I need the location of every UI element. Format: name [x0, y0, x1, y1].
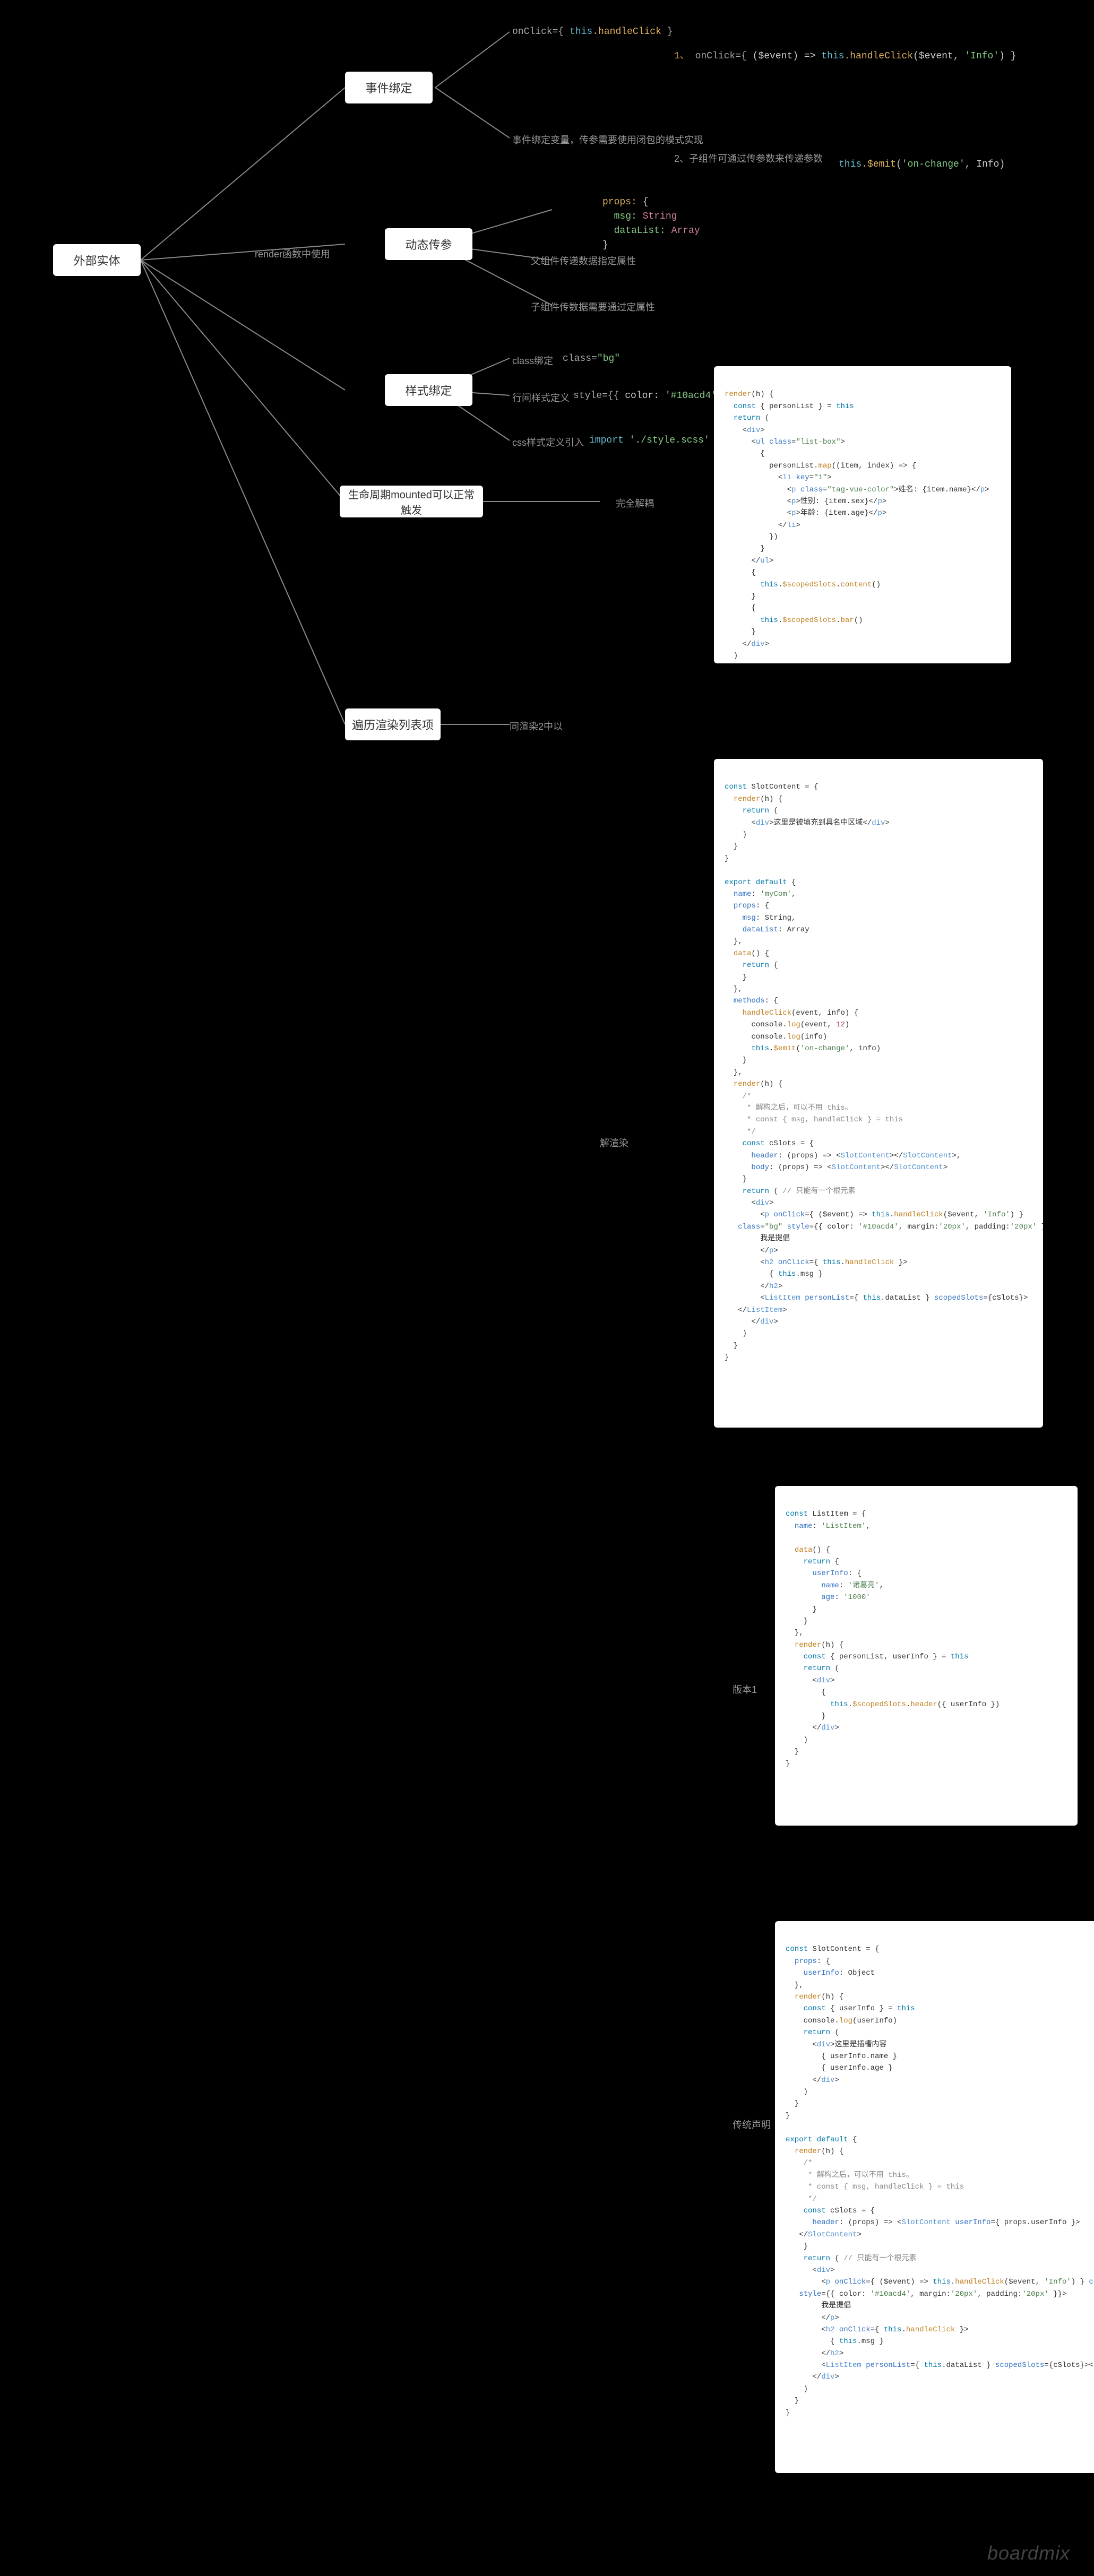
- node-props[interactable]: 动态传参: [385, 228, 472, 260]
- label: 同渲染2中以: [510, 719, 563, 733]
- label: 子组件传数据需要通过定属性: [531, 300, 655, 314]
- watermark: boardmix: [987, 2542, 1070, 2564]
- code-line: import './style.scss': [589, 435, 710, 446]
- codeblock-1: render(h) { const { personList } = this …: [714, 366, 1011, 663]
- node-style[interactable]: 样式绑定: [385, 374, 472, 406]
- code-line: 1、 onClick={ ($event) => this.handleClic…: [674, 48, 1017, 62]
- node-loop[interactable]: 遍历渲染列表项: [345, 708, 441, 740]
- node-lifecycle[interactable]: 生命周期mounted可以正常触发: [340, 486, 483, 517]
- label: class绑定: [512, 353, 553, 367]
- code-line: this.$emit('on-change', Info): [839, 159, 1005, 170]
- label: 2、子组件可通过传参数来传递参数: [674, 151, 823, 165]
- code-line: props: { msg: String, dataList: Array }: [602, 195, 700, 253]
- codeblock-4: const SlotContent = { props: { userInfo:…: [775, 1921, 1094, 2473]
- label: 版本1: [733, 1682, 757, 1696]
- label: 传统声明: [733, 2117, 771, 2131]
- label: 解渲染: [600, 1136, 628, 1149]
- code-line: class="bg": [563, 353, 620, 364]
- label: 完全解耦: [616, 496, 654, 510]
- node-label: 遍历渲染列表项: [352, 716, 434, 733]
- node-root[interactable]: 外部实体: [53, 244, 141, 276]
- node-label: 样式绑定: [405, 382, 452, 399]
- label: css样式定义引入: [512, 435, 584, 449]
- codeblock-3: const ListItem = { name: 'ListItem', dat…: [775, 1486, 1078, 1826]
- label: 父组件传递数据指定属性: [531, 254, 636, 267]
- codeblock-2: const SlotContent = { render(h) { return…: [714, 759, 1043, 1428]
- code-line: onClick={ this.handleClick }: [512, 27, 673, 37]
- node-label: 动态传参: [405, 236, 452, 253]
- node-label: 生命周期mounted可以正常触发: [345, 486, 478, 517]
- node-label: 外部实体: [73, 252, 120, 269]
- node-event[interactable]: 事件绑定: [345, 72, 433, 103]
- label: 行间样式定义: [512, 391, 570, 404]
- node-label: 事件绑定: [365, 79, 412, 96]
- edge-label: render函数中使用: [255, 247, 330, 261]
- label: 事件绑定变量，传参需要使用闭包的模式实现: [512, 133, 703, 146]
